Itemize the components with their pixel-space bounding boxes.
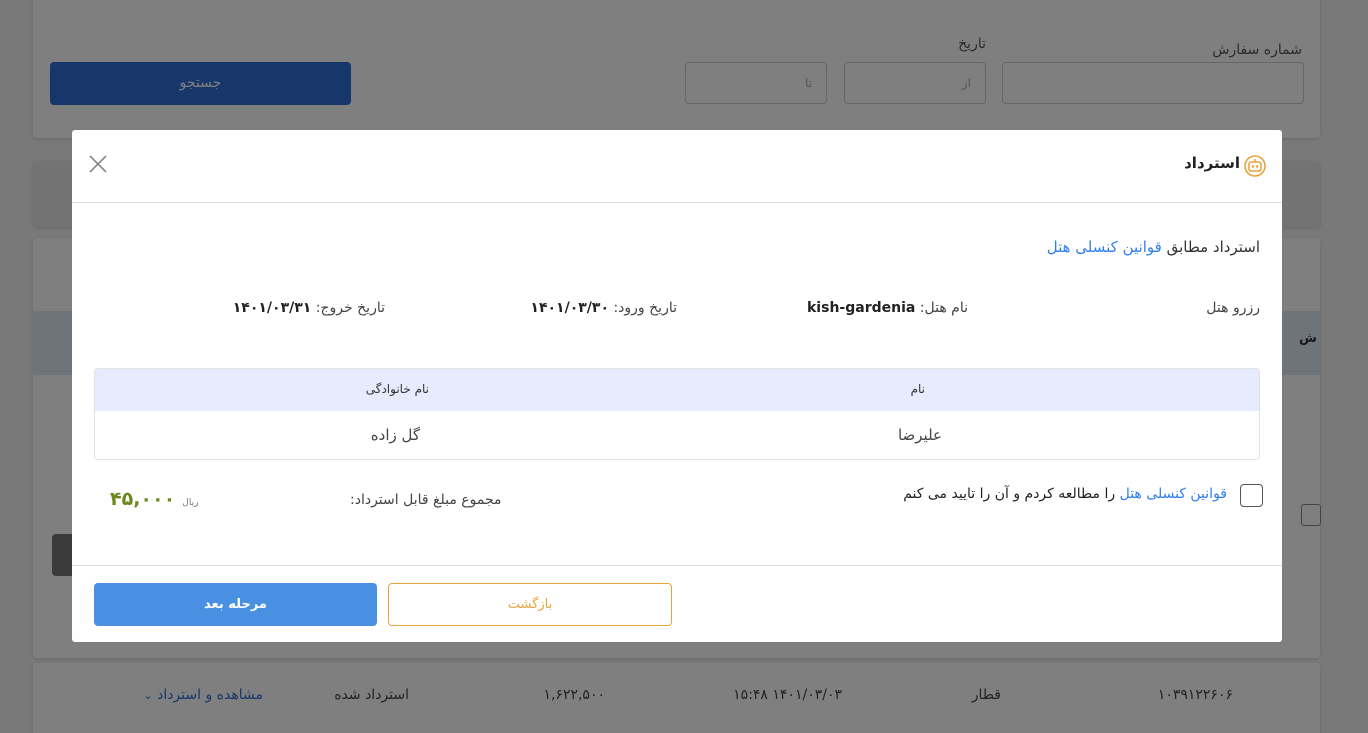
cancellation-rules-link[interactable]: قوانین کنسلی هتل	[1047, 238, 1162, 256]
agree-rules-link[interactable]: قوانین کنسلی هتل	[1120, 486, 1227, 502]
checkin-value: ۱۴۰۱/۰۳/۳۰	[530, 300, 609, 316]
checkout-label: تاریخ خروج:	[315, 300, 385, 316]
passengers-table: نام نام خانوادگی علیرضا گل زاده	[94, 368, 1260, 460]
total-refund-label: مجموع مبلغ قابل استرداد:	[350, 492, 502, 508]
last-name-cell: گل زاده	[370, 426, 420, 444]
agree-checkbox[interactable]	[1240, 484, 1263, 507]
modal-header: استرداد	[72, 130, 1282, 203]
close-icon[interactable]	[86, 152, 110, 176]
first-name-header: نام	[910, 382, 925, 396]
hotel-name-value: kish-gardenia	[807, 300, 916, 316]
policy-line: استرداد مطابق قوانین کنسلی هتل	[1047, 238, 1260, 256]
currency-label: ریال	[182, 498, 199, 508]
refund-modal: استرداد استرداد مطابق قوانین کنسلی هتل ر…	[72, 130, 1282, 642]
policy-prefix: استرداد مطابق	[1166, 238, 1260, 256]
agree-label: را مطالعه کردم و آن را تایید می کنم	[903, 486, 1116, 502]
first-name-cell: علیرضا	[897, 426, 942, 444]
table-header: نام نام خانوادگی	[95, 369, 1259, 411]
amount-value: ۴۵,۰۰۰	[110, 488, 176, 510]
total-refund-amount: ریال ۴۵,۰۰۰	[110, 488, 198, 510]
checkout-info: تاریخ خروج: ۱۴۰۱/۰۳/۳۱	[233, 300, 385, 316]
modal-title: استرداد	[1184, 154, 1240, 172]
checkin-info: تاریخ ورود: ۱۴۰۱/۰۳/۳۰	[530, 300, 677, 316]
hotel-name-info: نام هتل: kish-gardenia	[807, 300, 968, 316]
next-step-button[interactable]: مرحله بعد	[94, 583, 377, 626]
reservation-type: رزرو هتل	[1206, 300, 1260, 316]
checkout-value: ۱۴۰۱/۰۳/۳۱	[232, 300, 312, 316]
agree-text: قوانین کنسلی هتل را مطالعه کردم و آن را …	[903, 486, 1227, 502]
back-button[interactable]: بازگشت	[388, 583, 672, 626]
hotel-name-label: نام هتل:	[919, 300, 968, 316]
checkin-label: تاریخ ورود:	[613, 300, 677, 316]
last-name-header: نام خانوادگی	[365, 382, 429, 396]
robot-icon	[1244, 155, 1266, 177]
footer-divider	[72, 565, 1282, 566]
